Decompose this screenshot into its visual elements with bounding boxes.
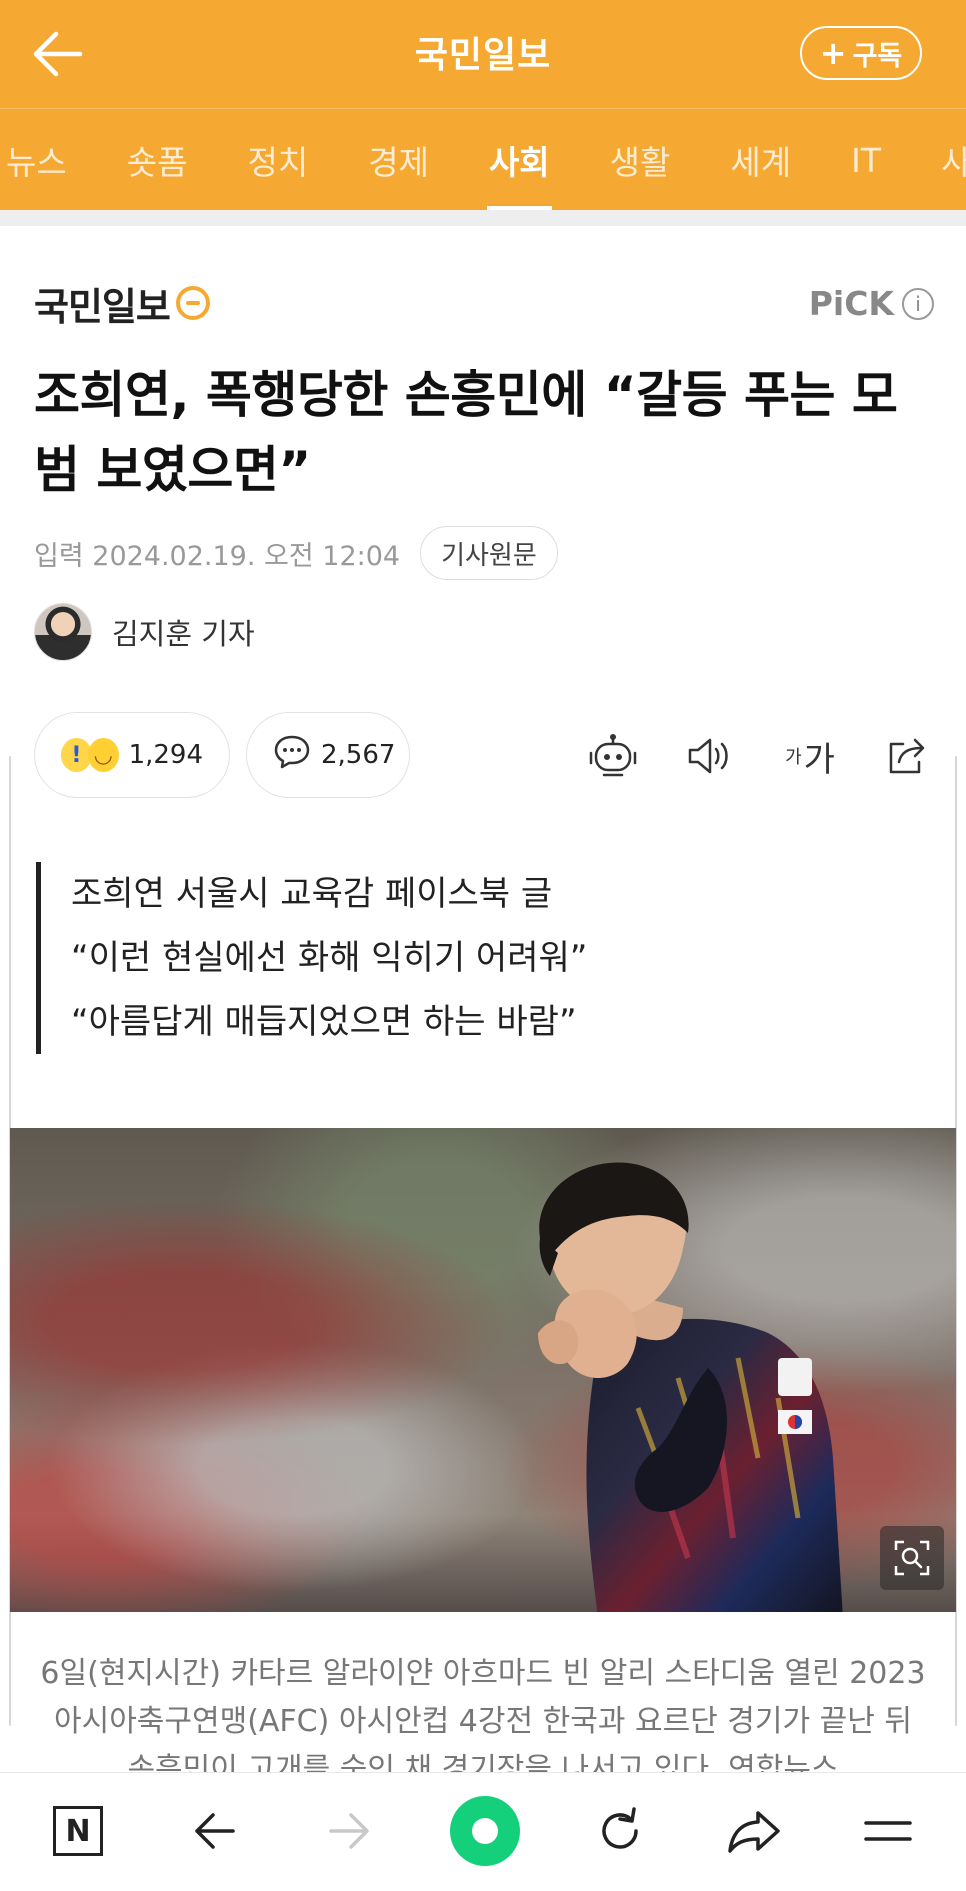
robot-summary-icon[interactable] bbox=[586, 730, 640, 782]
article-headline: 조희연, 폭행당한 손흥민에 “갈등 푸는 모범 보였으면” bbox=[34, 366, 898, 499]
naver-n-icon: N bbox=[53, 1806, 103, 1856]
press-name: 국민일보 bbox=[34, 284, 171, 329]
pick-badge[interactable]: PiCK i bbox=[809, 284, 934, 323]
article-photo[interactable] bbox=[10, 1128, 956, 1612]
action-row: ! ◡ 1,294 2,567 가가 bbox=[34, 712, 934, 798]
font-size-large-label: 가 bbox=[803, 739, 835, 780]
tab-0[interactable]: 뉴스 bbox=[0, 109, 97, 210]
naver-home-button[interactable]: N bbox=[40, 1793, 116, 1869]
reporter-avatar bbox=[34, 603, 92, 661]
hamburger-menu-icon[interactable] bbox=[850, 1793, 926, 1869]
font-size-small-label: 가 bbox=[785, 747, 802, 768]
browser-share-icon[interactable] bbox=[716, 1793, 792, 1869]
summary-line: “아름답게 매듭지었으면 하는 바람” bbox=[71, 1002, 577, 1042]
green-circle-icon bbox=[450, 1796, 520, 1866]
reporter-row[interactable]: 김지훈 기자 bbox=[34, 602, 255, 662]
category-tabs: 뉴스숏폼정치경제사회생활세계IT사설/칼럼 bbox=[0, 108, 966, 210]
tab-2[interactable]: 정치 bbox=[217, 109, 338, 210]
press-logo-icon bbox=[175, 286, 210, 320]
browser-forward-icon[interactable] bbox=[312, 1793, 388, 1869]
summary-line: “이런 현실에선 화해 익히기 어려워” bbox=[71, 938, 588, 978]
reload-icon[interactable] bbox=[582, 1793, 658, 1869]
subscribe-label: 구독 bbox=[852, 40, 903, 72]
tab-1[interactable]: 숏폼 bbox=[97, 109, 218, 210]
font-size-button[interactable]: 가가 bbox=[778, 730, 842, 782]
original-article-button[interactable]: 기사원문 bbox=[420, 526, 558, 580]
article-summary: 조희연 서울시 교육감 페이스북 글 “이런 현실에선 화해 익히기 어려워” … bbox=[36, 862, 587, 1054]
tab-strip: 뉴스숏폼정치경제사회생활세계IT사설/칼럼 bbox=[0, 109, 966, 210]
press-logo[interactable]: 국민일보 bbox=[34, 278, 210, 329]
summary-line: 조희연 서울시 교육감 페이스북 글 bbox=[71, 874, 553, 914]
player-figure bbox=[538, 1162, 843, 1612]
browser-bottom-bar: N bbox=[0, 1772, 966, 1891]
speaker-icon[interactable] bbox=[682, 730, 736, 782]
comments-button[interactable]: 2,567 bbox=[246, 712, 410, 798]
app-header: 국민일보 + 구독 bbox=[0, 0, 966, 108]
plus-icon: + bbox=[819, 34, 847, 72]
tab-3[interactable]: 경제 bbox=[338, 109, 459, 210]
tab-5[interactable]: 생활 bbox=[580, 109, 701, 210]
comment-icon bbox=[273, 734, 311, 777]
photo-caption: 6일(현지시간) 카타르 알라이얀 아흐마드 빈 알리 스타디움 열린 2023… bbox=[40, 1656, 926, 1780]
reaction-count: 1,294 bbox=[128, 740, 203, 770]
tab-8[interactable]: 사설/칼럼 bbox=[911, 109, 966, 210]
press-row: 국민일보 PiCK i bbox=[34, 278, 934, 329]
published-date: 입력 2024.02.19. 오전 12:04 bbox=[34, 540, 401, 572]
reporter-name: 김지훈 기자 bbox=[112, 617, 255, 651]
comment-count: 2,567 bbox=[321, 740, 396, 770]
smile-emoji-icon: ◡ bbox=[87, 738, 119, 772]
browser-back-icon[interactable] bbox=[176, 1793, 252, 1869]
meta-row: 입력 2024.02.19. 오전 12:04 기사원문 bbox=[34, 526, 558, 580]
green-home-button[interactable] bbox=[447, 1793, 523, 1869]
pick-label: PiCK bbox=[808, 284, 894, 323]
tab-6[interactable]: 세계 bbox=[700, 109, 821, 210]
divider bbox=[0, 210, 966, 226]
tab-7[interactable]: IT bbox=[821, 109, 911, 210]
share-icon[interactable] bbox=[880, 730, 934, 782]
subscribe-button[interactable]: + 구독 bbox=[800, 26, 922, 80]
image-zoom-icon[interactable] bbox=[880, 1526, 944, 1590]
tab-4[interactable]: 사회 bbox=[459, 109, 580, 210]
reactions-button[interactable]: ! ◡ 1,294 bbox=[34, 712, 230, 798]
info-icon[interactable]: i bbox=[902, 287, 934, 320]
